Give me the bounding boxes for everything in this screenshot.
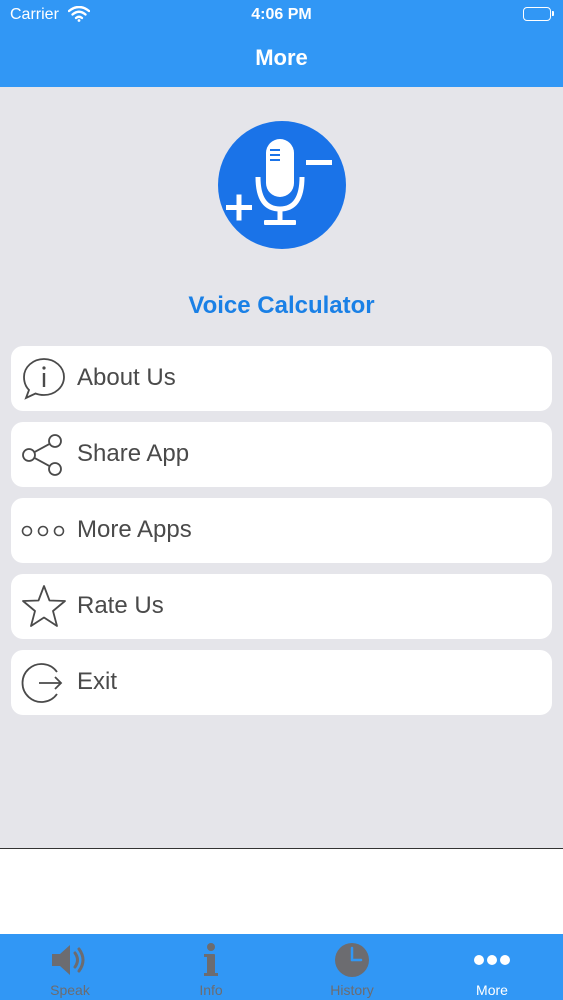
tab-label: History [330, 982, 374, 998]
speaker-icon [50, 942, 90, 978]
menu-item-label: Rate Us [77, 592, 164, 619]
menu-item-label: Exit [77, 668, 118, 695]
tab-label: Speak [50, 982, 90, 998]
status-time: 4:06 PM [251, 6, 312, 23]
menu-item-label: More Apps [77, 516, 192, 543]
three-circles-icon [21, 508, 67, 554]
menu-item-share-app[interactable]: Share App [11, 422, 552, 487]
star-icon [21, 584, 67, 630]
more-dots-icon [472, 942, 512, 978]
content-footer-area [0, 848, 563, 934]
tab-bar: Speak Info History More [0, 934, 563, 1000]
tab-speak[interactable]: Speak [0, 934, 140, 1000]
status-bar: Carrier 4:06 PM [0, 0, 563, 30]
share-icon [21, 432, 67, 478]
menu-item-more-apps[interactable]: More Apps [11, 498, 552, 563]
app-name: Voice Calculator [188, 292, 375, 319]
menu-item-label: Share App [77, 440, 190, 467]
battery-icon [523, 7, 554, 21]
navigation-bar: More [0, 30, 563, 87]
tab-more[interactable]: More [422, 934, 562, 1000]
exit-icon [21, 660, 67, 706]
app-logo-icon [218, 121, 346, 249]
menu-item-exit[interactable]: Exit [11, 650, 552, 715]
menu-item-about-us[interactable]: About Us [11, 346, 552, 411]
clock-icon [332, 942, 372, 978]
info-bubble-icon [21, 356, 67, 402]
info-icon [191, 942, 231, 978]
page-title: More [255, 45, 308, 70]
tab-history[interactable]: History [282, 934, 422, 1000]
menu-item-rate-us[interactable]: Rate Us [11, 574, 552, 639]
tab-label: More [476, 982, 508, 998]
tab-label: Info [199, 982, 223, 998]
menu-item-label: About Us [77, 364, 176, 391]
tab-info[interactable]: Info [141, 934, 281, 1000]
